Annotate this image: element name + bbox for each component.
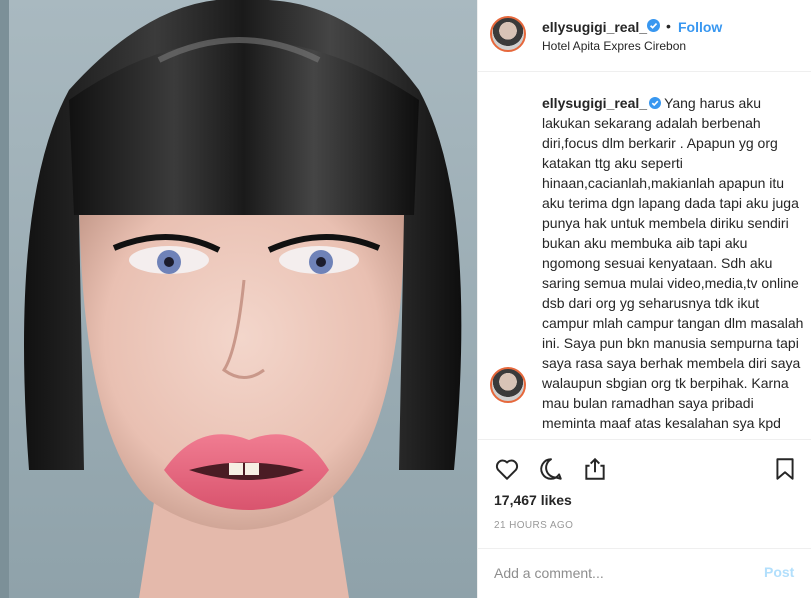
comment-bar: Post: [478, 548, 811, 598]
location-link[interactable]: Hotel Apita Expres Cirebon: [542, 39, 686, 53]
post-comment-button[interactable]: Post: [764, 564, 794, 580]
post-header: ellysugigi_real_ • Follow Hotel Apita Ex…: [478, 0, 811, 72]
photo-edge-strip: [0, 0, 9, 598]
caption-username[interactable]: ellysugigi_real_: [542, 95, 647, 111]
share-icon[interactable]: [582, 456, 608, 482]
post-side-panel: ellysugigi_real_ • Follow Hotel Apita Ex…: [477, 0, 811, 598]
caption: ellysugigi_real_ Yang harus aku lakukan s…: [542, 93, 804, 433]
post-timestamp[interactable]: 21 HOURS AGO: [494, 520, 573, 531]
heart-icon[interactable]: [494, 456, 520, 482]
follow-button[interactable]: Follow: [678, 19, 722, 35]
caption-text: Yang harus aku lakukan sekarang adalah b…: [542, 95, 804, 431]
caption-area: ellysugigi_real_ Yang harus aku lakukan s…: [478, 73, 811, 440]
verified-badge-icon: [647, 19, 660, 32]
avatar[interactable]: [490, 367, 526, 403]
avatar[interactable]: [490, 16, 526, 52]
separator-dot: •: [666, 18, 671, 34]
post-photo[interactable]: [9, 0, 477, 598]
post-photo-image: [9, 0, 477, 598]
comment-bubble-icon[interactable]: [538, 456, 564, 482]
action-bar: [478, 448, 811, 488]
comment-input[interactable]: [494, 563, 734, 583]
likes-count[interactable]: 17,467 likes: [494, 492, 572, 508]
verified-badge-icon: [649, 97, 662, 109]
bookmark-icon[interactable]: [772, 456, 798, 482]
header-username[interactable]: ellysugigi_real_: [542, 19, 647, 35]
